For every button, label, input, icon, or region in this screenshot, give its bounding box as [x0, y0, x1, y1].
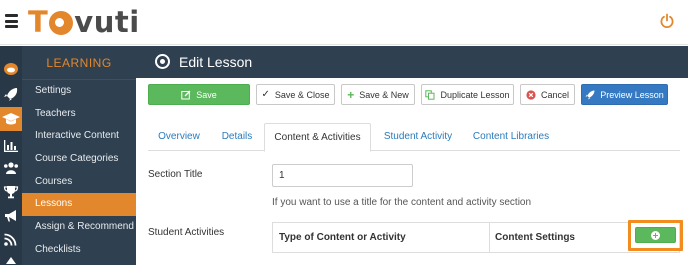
- graduation-cap-icon: [2, 113, 20, 125]
- menu-item-courses[interactable]: Courses: [22, 171, 136, 194]
- save-close-button-label: Save & Close: [274, 89, 330, 100]
- menu-item-interactive-content[interactable]: Interactive Content: [22, 125, 136, 148]
- logo-mark-icon: [49, 11, 74, 35]
- tab-content-libraries[interactable]: Content Libraries: [466, 123, 556, 151]
- check-icon: ✓: [261, 88, 270, 100]
- add-activity-button[interactable]: [635, 227, 676, 243]
- tab-overview[interactable]: Overview: [148, 123, 210, 151]
- sidebar-menu: LEARNING Settings Teachers Interactive C…: [22, 46, 136, 265]
- trophy-icon[interactable]: [3, 185, 19, 199]
- save-new-button[interactable]: + Save & New: [341, 84, 415, 105]
- power-icon[interactable]: [659, 13, 675, 29]
- save-new-button-label: Save & New: [359, 89, 409, 100]
- up-arrow-icon[interactable]: [3, 256, 19, 265]
- menu-item-assign-recommend[interactable]: Assign & Recommend: [22, 216, 136, 239]
- rocket-icon[interactable]: [3, 87, 19, 101]
- page-title-bar: Edit Lesson: [136, 46, 688, 78]
- rocket-icon: [585, 90, 595, 99]
- menu-item-settings[interactable]: Settings: [22, 80, 136, 103]
- tab-student-activity[interactable]: Student Activity: [377, 123, 459, 151]
- cancel-button[interactable]: Cancel: [520, 84, 575, 105]
- menu-item-lessons[interactable]: Lessons: [22, 193, 136, 217]
- hamburger-menu-icon[interactable]: [5, 14, 18, 28]
- duplicate-lesson-button-label: Duplicate Lesson: [440, 89, 510, 100]
- plus-icon: +: [347, 87, 355, 102]
- rail-item-learning[interactable]: [0, 107, 22, 131]
- table-header-type: Type of Content or Activity: [279, 232, 406, 243]
- tab-content-activities[interactable]: Content & Activities: [264, 123, 371, 152]
- target-icon: [155, 54, 170, 69]
- icon-rail: [0, 46, 22, 265]
- cancel-icon: [526, 89, 536, 100]
- student-activities-table: Type of Content or Activity Content Sett…: [272, 222, 680, 253]
- preview-lesson-button-label: Preview Lesson: [600, 89, 664, 100]
- table-column-divider: [489, 223, 490, 252]
- edit-icon: [181, 90, 191, 99]
- save-button[interactable]: Save: [148, 84, 250, 105]
- tab-details[interactable]: Details: [216, 123, 258, 151]
- copy-icon: [425, 89, 435, 100]
- lesson-tabs: Overview Details Content & Activities St…: [148, 123, 680, 152]
- top-header: Tvuti: [0, 0, 688, 45]
- section-title-label: Section Title: [148, 169, 203, 180]
- table-header-settings: Content Settings: [495, 232, 575, 243]
- student-activities-label: Student Activities: [148, 227, 225, 238]
- menu-item-course-categories[interactable]: Course Categories: [22, 148, 136, 171]
- rss-icon[interactable]: [3, 233, 19, 247]
- menu-item-checklists[interactable]: Checklists: [22, 239, 136, 262]
- menu-section-header: LEARNING: [22, 46, 136, 80]
- menu-item-teachers[interactable]: Teachers: [22, 103, 136, 126]
- avatar-icon[interactable]: [3, 62, 19, 76]
- save-close-button[interactable]: ✓ Save & Close: [256, 84, 335, 105]
- cancel-button-label: Cancel: [540, 89, 569, 100]
- section-title-help-text: If you want to use a title for the conte…: [272, 197, 532, 208]
- duplicate-lesson-button[interactable]: Duplicate Lesson: [421, 84, 514, 105]
- plus-circle-icon: [651, 230, 660, 240]
- save-button-label: Save: [196, 89, 217, 100]
- megaphone-icon[interactable]: [3, 209, 19, 223]
- tovuti-logo[interactable]: Tvuti: [28, 2, 140, 42]
- section-title-input[interactable]: [272, 164, 413, 187]
- page-title: Edit Lesson: [179, 54, 253, 70]
- preview-lesson-button[interactable]: Preview Lesson: [581, 84, 668, 105]
- bar-chart-icon[interactable]: [3, 139, 19, 153]
- users-icon[interactable]: [3, 161, 19, 175]
